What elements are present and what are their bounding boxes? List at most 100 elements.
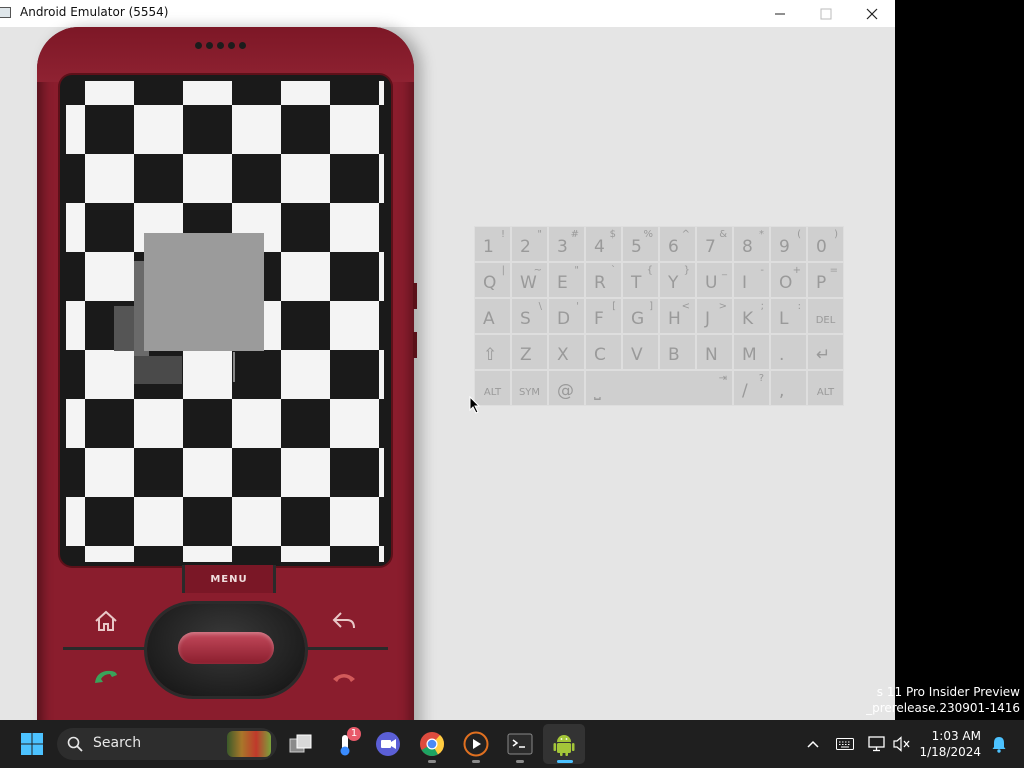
key-9-3[interactable]: ↵ <box>807 334 844 370</box>
title-bar[interactable]: Android Emulator (5554) <box>0 0 895 27</box>
slash-key[interactable]: /? <box>733 370 770 406</box>
weather-button[interactable]: 1 <box>330 727 362 760</box>
space-key[interactable]: ⎵ ⇥ <box>585 370 733 406</box>
task-view-button[interactable] <box>285 728 317 760</box>
key-5-1[interactable]: Y} <box>659 262 696 298</box>
key-9-0[interactable]: 0) <box>807 226 844 262</box>
checker-cell <box>281 350 330 399</box>
key-3-2[interactable]: F[ <box>585 298 622 334</box>
checker-cell <box>66 399 85 448</box>
key-0-2[interactable]: A <box>474 298 511 334</box>
start-button[interactable] <box>16 728 48 760</box>
terminal-button[interactable] <box>504 728 536 760</box>
at-key[interactable]: @ <box>548 370 585 406</box>
volume-muted-icon <box>893 736 910 752</box>
volume-down-button[interactable] <box>413 332 417 358</box>
key-0-0[interactable]: 1! <box>474 226 511 262</box>
key-0-1[interactable]: Q | <box>474 262 511 298</box>
volume-button[interactable] <box>886 728 918 760</box>
checker-cell <box>281 203 330 252</box>
key-9-1[interactable]: P = <box>807 262 844 298</box>
running-indicator <box>472 760 480 763</box>
key-5-0[interactable]: 6 ^ <box>659 226 696 262</box>
key-7-3[interactable]: M <box>733 334 770 370</box>
key-3-3[interactable]: C <box>585 334 622 370</box>
trackball-pad[interactable] <box>147 604 305 696</box>
checker-cell <box>85 105 134 154</box>
end-call-button[interactable] <box>329 662 359 692</box>
key-3-1[interactable]: R ` <box>585 262 622 298</box>
key-5-3[interactable]: B <box>659 334 696 370</box>
key-4-1[interactable]: T{ <box>622 262 659 298</box>
back-button[interactable] <box>329 606 359 636</box>
key-9-2[interactable]: DEL <box>807 298 844 334</box>
key-8-2[interactable]: L: <box>770 298 807 334</box>
taskbar-search[interactable]: Search <box>57 728 277 760</box>
call-icon <box>95 670 117 683</box>
android-emulator-button[interactable] <box>548 728 580 760</box>
home-button[interactable] <box>91 606 121 636</box>
key-1-3[interactable]: Z <box>511 334 548 370</box>
emulator-keyboard: 1! 2 " 3 #4 $5% 6 ^ 7 & 8 * 9(0) Q | W ~ E " R ` T{Y} U _ I - O + P =… <box>474 226 844 406</box>
key-2-2[interactable]: D ' <box>548 298 585 334</box>
alt-right-key[interactable]: ALT <box>807 370 844 406</box>
notification-button[interactable] <box>983 728 1015 760</box>
key-4-0[interactable]: 5% <box>622 226 659 262</box>
key-label: ⇧ <box>483 345 498 365</box>
checker-cell <box>232 105 281 154</box>
checker-cell <box>183 154 232 203</box>
checker-cell <box>85 350 134 399</box>
key-7-2[interactable]: K; <box>733 298 770 334</box>
key-4-3[interactable]: V <box>622 334 659 370</box>
key-6-1[interactable]: U _ <box>696 262 733 298</box>
key-1-2[interactable]: S \ <box>511 298 548 334</box>
key-2-0[interactable]: 3 # <box>548 226 585 262</box>
key-8-0[interactable]: 9( <box>770 226 807 262</box>
phone-screen[interactable] <box>66 81 384 562</box>
key-4-2[interactable]: G] <box>622 298 659 334</box>
key-label: 2 <box>520 237 531 257</box>
checker-cell <box>85 154 134 203</box>
sym-key[interactable]: SYM <box>511 370 548 406</box>
volume-up-button[interactable] <box>413 283 417 309</box>
key-6-2[interactable]: J > <box>696 298 733 334</box>
key-7-0[interactable]: 8 * <box>733 226 770 262</box>
key-6-3[interactable]: N <box>696 334 733 370</box>
key-1-1[interactable]: W ~ <box>511 262 548 298</box>
key-0-3[interactable]: ⇧ <box>474 334 511 370</box>
checker-cell <box>232 448 281 497</box>
checker-cell <box>85 448 134 497</box>
comma-key[interactable]: , <box>770 370 807 406</box>
key-label: M <box>742 345 757 365</box>
key-6-0[interactable]: 7 & <box>696 226 733 262</box>
key-label: O <box>779 273 793 293</box>
key-2-3[interactable]: X <box>548 334 585 370</box>
key-8-3[interactable]: . <box>770 334 807 370</box>
checker-cell <box>379 252 384 301</box>
menu-button[interactable]: MENU <box>182 565 276 593</box>
key-1-0[interactable]: 2 " <box>511 226 548 262</box>
video-call-button[interactable] <box>372 728 404 760</box>
key-label: U <box>705 273 718 293</box>
phone-device: MENU <box>37 27 417 720</box>
key-5-2[interactable]: H < <box>659 298 696 334</box>
checker-cell <box>379 81 384 105</box>
call-button[interactable] <box>91 662 121 692</box>
input-indicator-button[interactable] <box>829 728 861 760</box>
key-7-1[interactable]: I- <box>733 262 770 298</box>
key-3-0[interactable]: 4 $ <box>585 226 622 262</box>
taskbar-clock[interactable]: 1:03 AM 1/18/2024 <box>919 728 981 760</box>
chevron-up-icon <box>807 740 819 748</box>
show-hidden-icons-button[interactable] <box>797 728 829 760</box>
key-2-1[interactable]: E " <box>548 262 585 298</box>
checker-cell <box>134 154 183 203</box>
android-icon <box>553 735 575 756</box>
minimize-button[interactable] <box>757 0 803 27</box>
chrome-button[interactable] <box>416 728 448 760</box>
key-8-1[interactable]: O + <box>770 262 807 298</box>
close-button[interactable] <box>849 0 895 27</box>
key-alt-label: ⇥ <box>718 373 727 384</box>
media-player-button[interactable] <box>460 728 492 760</box>
trackball-center-button[interactable] <box>178 632 274 664</box>
maximize-button[interactable] <box>803 0 849 27</box>
